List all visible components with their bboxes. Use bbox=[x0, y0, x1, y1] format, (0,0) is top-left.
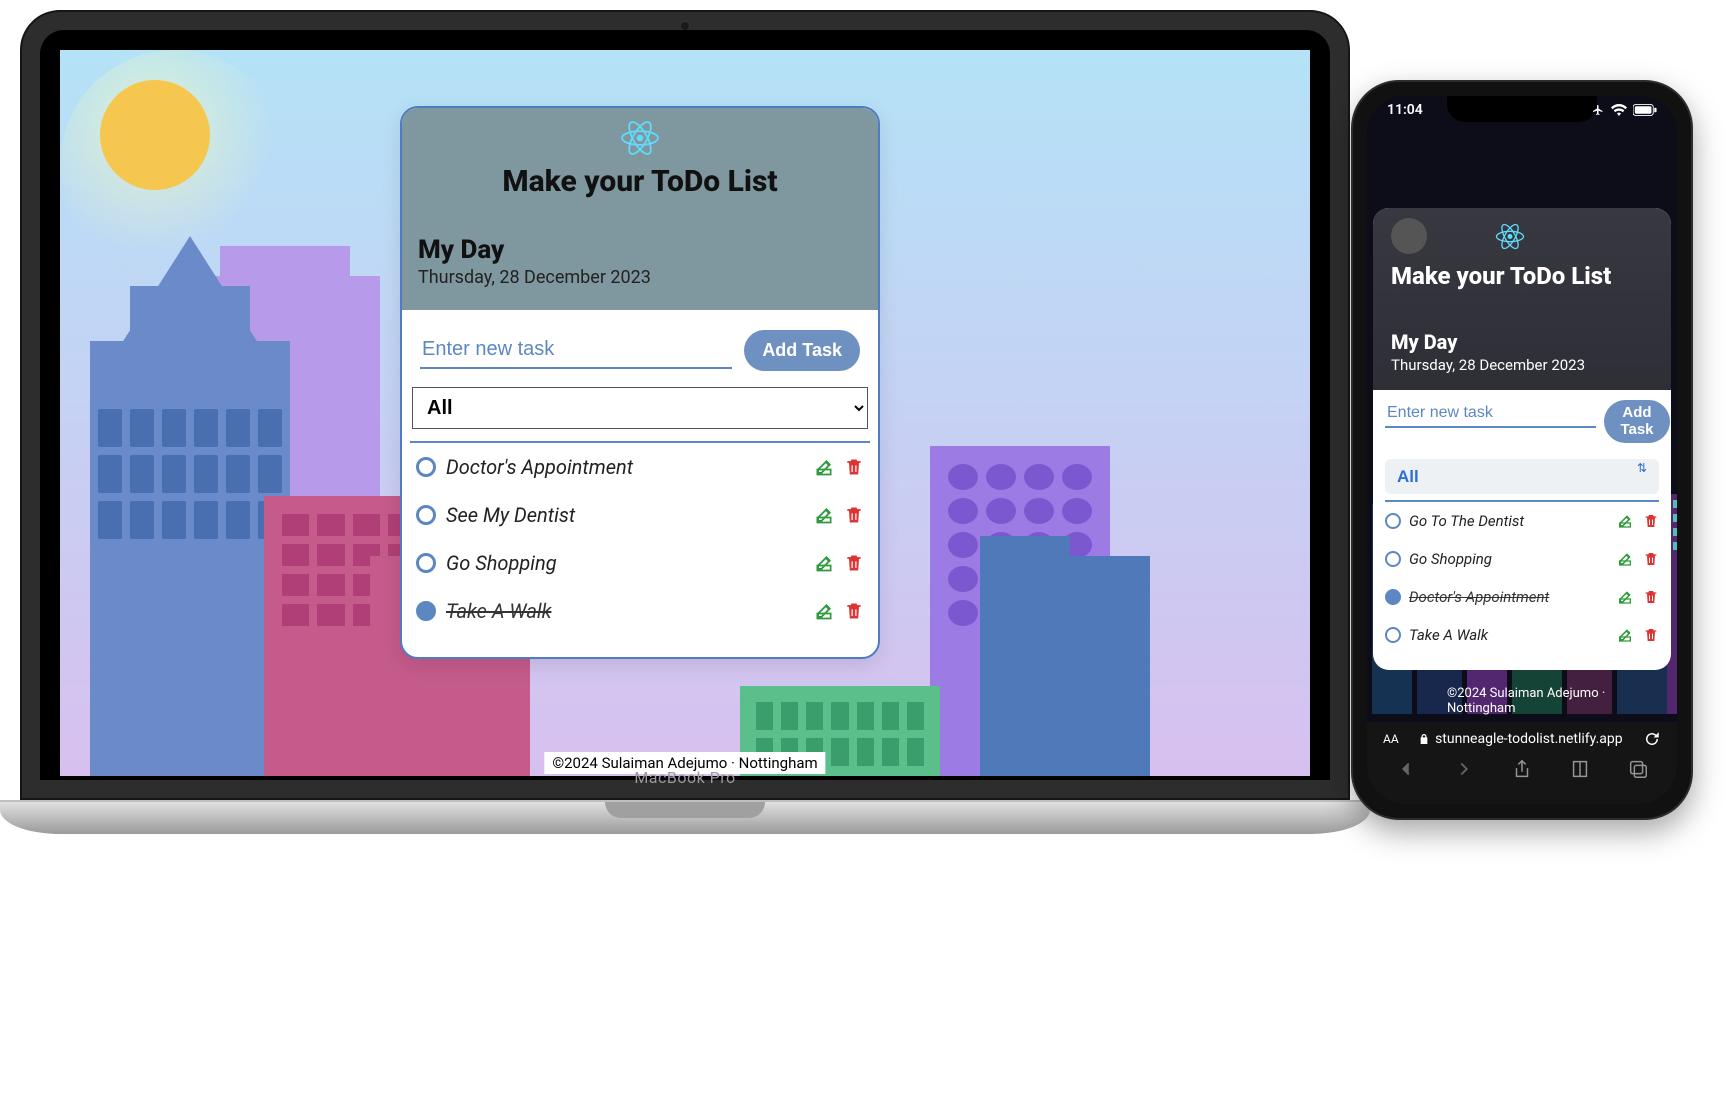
safari-bottom-bar: AA stunneagle-todolist.netlify.app bbox=[1367, 722, 1677, 804]
task-text: Go Shopping bbox=[446, 551, 804, 575]
iphone-status-bar: 11:04 bbox=[1367, 102, 1677, 118]
edit-icon[interactable] bbox=[814, 553, 834, 573]
task-row: Go Shopping bbox=[1385, 540, 1659, 578]
filter-select[interactable]: All bbox=[412, 387, 868, 429]
lock-icon bbox=[1419, 733, 1429, 745]
task-row: Doctor's Appointment bbox=[1385, 578, 1659, 616]
task-text: Doctor's Appointment bbox=[1409, 588, 1609, 606]
task-text: See My Dentist bbox=[446, 503, 804, 527]
task-text: Doctor's Appointment bbox=[446, 455, 804, 479]
delete-icon[interactable] bbox=[1643, 627, 1659, 643]
section-title: My Day bbox=[418, 235, 862, 265]
new-task-input[interactable] bbox=[1385, 400, 1596, 428]
avatar bbox=[1391, 218, 1427, 254]
bookmarks-button[interactable] bbox=[1569, 758, 1591, 780]
iphone-viewport: Make your ToDo List My Day Thursday, 28 … bbox=[1367, 96, 1677, 804]
task-text: Take A Walk bbox=[1409, 626, 1609, 644]
card-header: Make your ToDo List My Day Thursday, 28 … bbox=[1373, 208, 1671, 390]
task-checkbox[interactable] bbox=[1385, 513, 1401, 529]
delete-icon[interactable] bbox=[844, 505, 864, 525]
delete-icon[interactable] bbox=[1643, 589, 1659, 605]
task-checkbox[interactable] bbox=[416, 553, 436, 573]
filter-wrap: All bbox=[1385, 443, 1659, 494]
new-task-input[interactable] bbox=[420, 332, 732, 369]
text-size-button[interactable]: AA bbox=[1383, 732, 1399, 746]
input-row: Add Task bbox=[1385, 400, 1659, 443]
forward-button[interactable] bbox=[1453, 758, 1475, 780]
macbook-screen: Make your ToDo List My Day Thursday, 28 … bbox=[60, 50, 1310, 776]
back-button[interactable] bbox=[1395, 758, 1417, 780]
section-title: My Day bbox=[1391, 330, 1653, 354]
sun-icon bbox=[100, 80, 210, 190]
task-row: Doctor's Appointment bbox=[410, 443, 870, 491]
macbook-inner: Make your ToDo List My Day Thursday, 28 … bbox=[40, 30, 1330, 780]
task-checkbox[interactable] bbox=[416, 601, 436, 621]
wifi-icon bbox=[1611, 104, 1627, 116]
reload-button[interactable] bbox=[1643, 730, 1661, 748]
safari-address-bar[interactable]: AA stunneagle-todolist.netlify.app bbox=[1367, 722, 1677, 754]
macbook-trackpad-notch bbox=[605, 802, 765, 818]
delete-icon[interactable] bbox=[844, 457, 864, 477]
filter-select[interactable]: All bbox=[1385, 459, 1659, 494]
task-list: Doctor's Appointment See My Dentist Go Sho… bbox=[410, 441, 870, 635]
date-label: Thursday, 28 December 2023 bbox=[1391, 356, 1653, 374]
status-time: 11:04 bbox=[1387, 102, 1423, 118]
delete-icon[interactable] bbox=[844, 601, 864, 621]
task-text: Go Shopping bbox=[1409, 550, 1609, 568]
task-text: Take A Walk bbox=[446, 599, 804, 623]
page-footer: ©2024 Sulaiman Adejumo · Nottingham bbox=[1367, 686, 1677, 716]
task-row: Go Shopping bbox=[410, 539, 870, 587]
task-row: See My Dentist bbox=[410, 491, 870, 539]
task-checkbox[interactable] bbox=[416, 457, 436, 477]
delete-icon[interactable] bbox=[1643, 551, 1659, 567]
todo-card: Make your ToDo List My Day Thursday, 28 … bbox=[400, 106, 880, 659]
task-checkbox[interactable] bbox=[416, 505, 436, 525]
share-button[interactable] bbox=[1511, 758, 1533, 780]
add-task-button[interactable]: Add Task bbox=[744, 330, 860, 371]
building bbox=[90, 341, 290, 776]
building bbox=[1070, 556, 1150, 776]
macbook-bezel: Make your ToDo List My Day Thursday, 28 … bbox=[20, 10, 1350, 800]
react-logo-icon bbox=[620, 120, 660, 156]
app-title: Make your ToDo List bbox=[1391, 262, 1653, 290]
edit-icon[interactable] bbox=[1617, 589, 1633, 605]
task-checkbox[interactable] bbox=[1385, 551, 1401, 567]
battery-icon bbox=[1633, 104, 1657, 116]
building bbox=[980, 536, 1070, 776]
card-body: Add Task All Go To The Dentist Go Shoppin… bbox=[1373, 390, 1671, 670]
task-row: Take A Walk bbox=[1385, 616, 1659, 654]
edit-icon[interactable] bbox=[1617, 551, 1633, 567]
macbook-label: MacBook Pro bbox=[634, 768, 735, 787]
card-body: Add Task All Doctor's Appointment See My … bbox=[402, 310, 878, 657]
edit-icon[interactable] bbox=[814, 601, 834, 621]
task-row: Take A Walk bbox=[410, 587, 870, 635]
task-text: Go To The Dentist bbox=[1409, 512, 1609, 530]
delete-icon[interactable] bbox=[1643, 513, 1659, 529]
task-row: Go To The Dentist bbox=[1385, 502, 1659, 540]
app-title: Make your ToDo List bbox=[418, 164, 862, 199]
airplane-icon bbox=[1591, 104, 1605, 116]
card-header: Make your ToDo List My Day Thursday, 28 … bbox=[402, 108, 878, 310]
react-logo-icon bbox=[1495, 223, 1525, 250]
todo-card: Make your ToDo List My Day Thursday, 28 … bbox=[1373, 208, 1671, 670]
add-task-button[interactable]: Add Task bbox=[1604, 400, 1670, 443]
url-text: stunneagle-todolist.netlify.app bbox=[1435, 731, 1623, 747]
delete-icon[interactable] bbox=[844, 553, 864, 573]
macbook-base: MacBook Pro bbox=[0, 800, 1370, 834]
task-checkbox[interactable] bbox=[1385, 589, 1401, 605]
task-list: Go To The Dentist Go Shopping Doctor's App… bbox=[1385, 500, 1659, 654]
iphone-device: 11:04 bbox=[1351, 80, 1693, 820]
edit-icon[interactable] bbox=[1617, 627, 1633, 643]
input-row: Add Task bbox=[410, 324, 870, 381]
task-checkbox[interactable] bbox=[1385, 627, 1401, 643]
edit-icon[interactable] bbox=[1617, 513, 1633, 529]
edit-icon[interactable] bbox=[814, 505, 834, 525]
safari-nav bbox=[1367, 754, 1677, 788]
macbook-device: Make your ToDo List My Day Thursday, 28 … bbox=[20, 10, 1350, 860]
edit-icon[interactable] bbox=[814, 457, 834, 477]
date-label: Thursday, 28 December 2023 bbox=[418, 267, 862, 288]
tabs-button[interactable] bbox=[1627, 758, 1649, 780]
